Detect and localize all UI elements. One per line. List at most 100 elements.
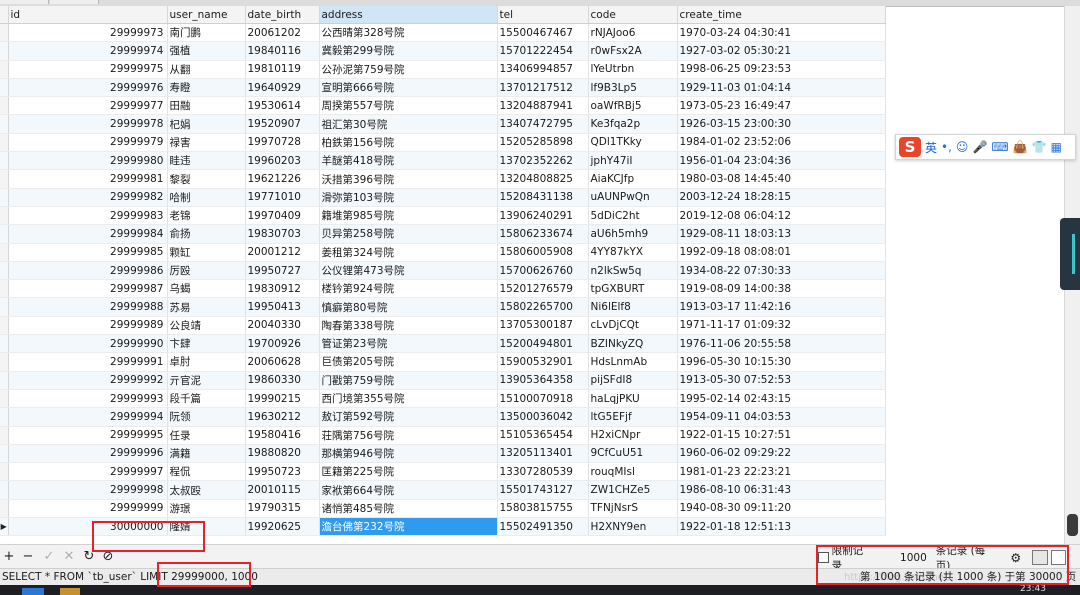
cell-create-time[interactable]: 1929-11-03 01:04:14	[677, 78, 886, 98]
cell-id[interactable]: 29999985	[8, 243, 168, 262]
cell-tel[interactable]: 15105365454	[497, 426, 589, 445]
cell-address[interactable]: 管证第23号院	[319, 334, 498, 354]
row-marker[interactable]	[0, 407, 9, 427]
column-header-create-time[interactable]: create_time	[677, 6, 886, 24]
cell-address[interactable]: 祖汇第30号院	[319, 114, 498, 134]
cell-code[interactable]: r0wFsx2A	[588, 41, 678, 61]
row-marker[interactable]	[0, 151, 9, 171]
cell-code[interactable]: 4YY87kYX	[588, 243, 678, 262]
table-row[interactable]: 29999982 哈制 19771010 滑弥第103号院 15208431138 uAU…	[0, 188, 886, 207]
cell-user-name[interactable]: 苏易	[167, 297, 246, 317]
column-header-id[interactable]: id	[8, 6, 168, 24]
table-row[interactable]: 29999975 从翻 19810119 公孙泥第759号院 13406994857 lY…	[0, 60, 886, 79]
cell-tel[interactable]: 15701222454	[497, 41, 589, 61]
cell-user-name[interactable]: 公良靖	[167, 316, 246, 336]
cell-address[interactable]: 敖订第592号院	[319, 407, 498, 427]
cell-code[interactable]: uAUNPwQn	[588, 188, 678, 207]
cell-code[interactable]: H2XNY9en	[588, 517, 678, 537]
cell-date-birth[interactable]: 19621226	[245, 169, 320, 189]
cell-date-birth[interactable]: 19830912	[245, 279, 320, 299]
cell-user-name[interactable]: 从翻	[167, 60, 246, 79]
cell-id[interactable]: 29999975	[8, 60, 168, 79]
cell-code[interactable]: ZW1CHZe5	[588, 480, 678, 500]
cell-address[interactable]: 匡籍第225号院	[319, 462, 498, 482]
table-row[interactable]: 29999973 南门鹏 20061202 公西晴第328号院 15500467467 r…	[0, 23, 886, 43]
scrollbar-thumb[interactable]	[1067, 514, 1078, 536]
table-row[interactable]: 29999974 强植 19840116 冀毅第299号院 15701222454 r0w…	[0, 41, 886, 61]
row-marker[interactable]	[0, 224, 9, 244]
cell-date-birth[interactable]: 20060628	[245, 352, 320, 372]
row-marker[interactable]	[0, 334, 9, 354]
cell-create-time[interactable]: 1960-06-02 09:29:22	[677, 444, 886, 464]
cell-id[interactable]: 29999986	[8, 261, 168, 281]
cell-date-birth[interactable]: 19530614	[245, 96, 320, 116]
windows-start-icon[interactable]	[22, 588, 44, 595]
row-marker[interactable]	[0, 279, 9, 299]
cell-id[interactable]: 29999984	[8, 224, 168, 244]
cell-date-birth[interactable]: 19520907	[245, 114, 320, 134]
cell-create-time[interactable]: 1995-02-14 02:43:15	[677, 389, 886, 409]
cell-create-time[interactable]: 1981-01-23 22:23:21	[677, 462, 886, 482]
table-row[interactable]: 29999988 苏易 19950413 慎癖第80号院 15802265700 Ni6l…	[0, 297, 886, 317]
cell-create-time[interactable]: 2003-12-24 18:28:15	[677, 188, 886, 207]
row-marker[interactable]	[0, 78, 9, 98]
cell-code[interactable]: jphY47iI	[588, 151, 678, 171]
table-row[interactable]: 29999991 卓肘 20060628 巨债第205号院 15900532901 Hds…	[0, 352, 886, 372]
table-row[interactable]: 29999976 寿瞪 19640929 宣明第666号院 13701217512 lf9…	[0, 78, 886, 98]
cell-date-birth[interactable]: 19640929	[245, 78, 320, 98]
cell-id[interactable]: 29999983	[8, 206, 168, 226]
cell-code[interactable]: rNJAJoo6	[588, 23, 678, 43]
row-marker[interactable]	[0, 371, 9, 390]
cell-address[interactable]: 家袱第664号院	[319, 480, 498, 500]
cell-create-time[interactable]: 1976-11-06 20:55:58	[677, 334, 886, 354]
table-row[interactable]: 29999981 黎裂 19621226 沃措第396号院 13204808825 Aia…	[0, 169, 886, 189]
cell-date-birth[interactable]: 19700926	[245, 334, 320, 354]
cell-id[interactable]: 29999998	[8, 480, 168, 500]
row-marker[interactable]	[0, 206, 9, 226]
cell-code[interactable]: tpGXBURT	[588, 279, 678, 299]
cell-code[interactable]: HdsLnmAb	[588, 352, 678, 372]
cell-address[interactable]: 沃措第396号院	[319, 169, 498, 189]
cell-date-birth[interactable]: 19790315	[245, 499, 320, 519]
cell-tel[interactable]: 15700626760	[497, 261, 589, 281]
cell-date-birth[interactable]: 19970409	[245, 206, 320, 226]
cell-address[interactable]: 冀毅第299号院	[319, 41, 498, 61]
cell-date-birth[interactable]: 19950413	[245, 297, 320, 317]
cell-create-time[interactable]: 1926-03-15 23:00:30	[677, 114, 886, 134]
cell-user-name[interactable]: 程侃	[167, 462, 246, 482]
cell-date-birth[interactable]: 19580416	[245, 426, 320, 445]
cell-tel[interactable]: 15802265700	[497, 297, 589, 317]
cell-address[interactable]: 澹台佛第232号院	[319, 517, 498, 537]
cell-create-time[interactable]: 1913-03-17 11:42:16	[677, 297, 886, 317]
table-row[interactable]: 29999999 游璟 19790315 诸悄第485号院 15803815755 TFN…	[0, 499, 886, 519]
cell-code[interactable]: BZINkyZQ	[588, 334, 678, 354]
cell-address[interactable]: 宣明第666号院	[319, 78, 498, 98]
cell-address[interactable]: 柏鉄第156号院	[319, 133, 498, 153]
result-grid[interactable]: id user_name date_birth address tel code…	[0, 6, 1080, 544]
cell-address[interactable]: 那横第946号院	[319, 444, 498, 464]
cell-user-name[interactable]: 段千篇	[167, 389, 246, 409]
cell-id[interactable]: 29999973	[8, 23, 168, 43]
cell-create-time[interactable]: 1940-08-30 09:11:20	[677, 499, 886, 519]
skin-icon[interactable]: 👕	[1032, 137, 1047, 157]
cell-address[interactable]: 公孙泥第759号院	[319, 60, 498, 79]
cell-create-time[interactable]: 1998-06-25 09:23:53	[677, 60, 886, 79]
row-marker[interactable]	[0, 243, 9, 262]
table-row[interactable]: 29999980 眭违 19960203 羊醚第418号院 13702352262 jph…	[0, 151, 886, 171]
cell-user-name[interactable]: 游璟	[167, 499, 246, 519]
cell-create-time[interactable]: 1984-01-02 23:52:06	[677, 133, 886, 153]
table-row[interactable]: 29999994 阮领 19630212 敖订第592号院 13500036042 ltG…	[0, 407, 886, 427]
cell-code[interactable]: haLqjPKU	[588, 389, 678, 409]
cell-date-birth[interactable]: 19960203	[245, 151, 320, 171]
cell-user-name[interactable]: 俞扬	[167, 224, 246, 244]
row-marker[interactable]	[0, 133, 9, 153]
row-marker[interactable]	[0, 261, 9, 281]
cell-tel[interactable]: 13204808825	[497, 169, 589, 189]
cell-code[interactable]: Ni6lElf8	[588, 297, 678, 317]
table-row[interactable]: 29999986 厉殴 19950727 公仪锂第473号院 15700626760 n2…	[0, 261, 886, 281]
cell-user-name[interactable]: 禄害	[167, 133, 246, 153]
add-record-icon[interactable]: +	[2, 549, 16, 565]
cell-id[interactable]: 29999994	[8, 407, 168, 427]
cell-address[interactable]: 滑弥第103号院	[319, 188, 498, 207]
cell-tel[interactable]: 13702352262	[497, 151, 589, 171]
